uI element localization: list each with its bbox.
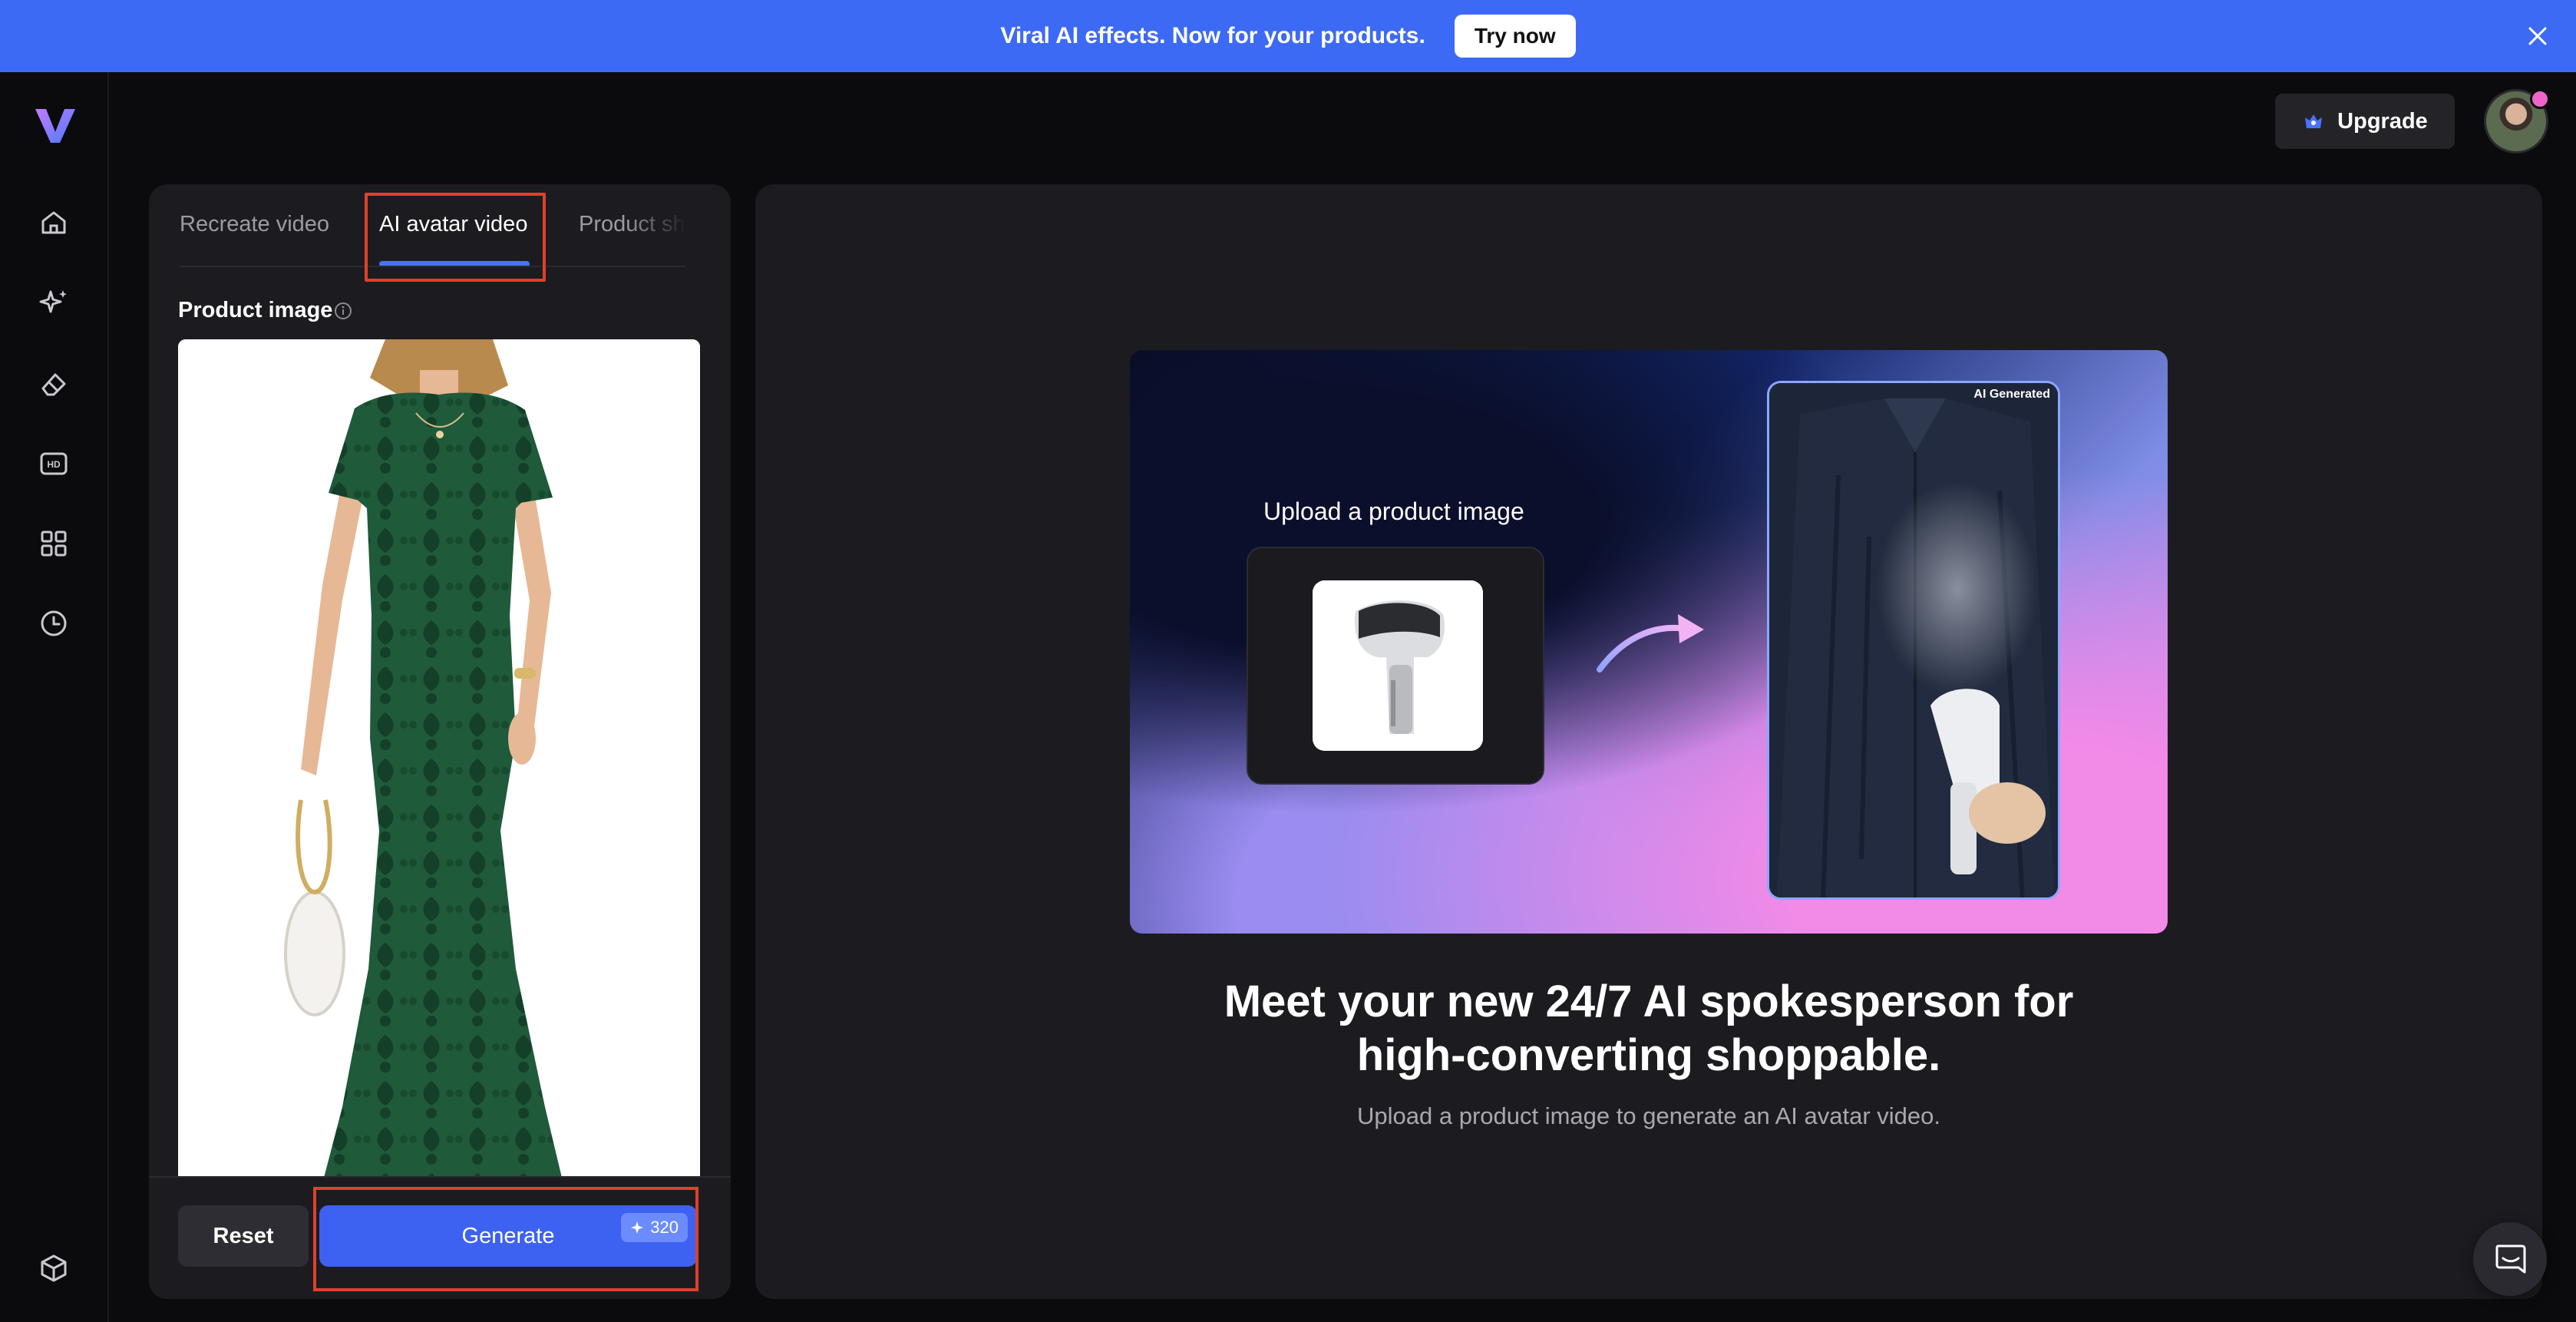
box-icon[interactable]	[35, 1250, 72, 1287]
promo-banner: Viral AI effects. Now for your products.…	[0, 0, 2576, 72]
highlight-generate-box	[313, 1187, 698, 1291]
home-icon[interactable]	[35, 204, 72, 241]
try-now-button[interactable]: Try now	[1454, 15, 1576, 58]
notification-badge	[2530, 89, 2550, 109]
ai-generated-badge: AI Generated	[1973, 388, 2050, 401]
close-icon[interactable]	[2522, 21, 2553, 51]
reset-button[interactable]: Reset	[178, 1205, 309, 1267]
magic-sparkle-icon[interactable]	[35, 284, 72, 321]
green-dress-image	[178, 339, 700, 1178]
info-icon[interactable]	[333, 301, 353, 321]
chat-icon	[2495, 1244, 2526, 1274]
headline-line-2: high-converting shoppable.	[1356, 1030, 1941, 1080]
banner-text: Viral AI effects. Now for your products.	[1000, 23, 1425, 48]
tab-fade	[625, 184, 686, 261]
arrow-icon	[1597, 614, 1704, 673]
steamer-image	[1313, 580, 1483, 751]
crown-icon	[2305, 114, 2323, 128]
upload-title: Upload a product image	[1263, 497, 1524, 525]
tab-recreate-video[interactable]: Recreate video	[180, 212, 329, 237]
upload-example-card	[1247, 547, 1544, 785]
hero-illustration: Upload a product image AI Generated	[1130, 350, 2168, 934]
upgrade-label: Upgrade	[2337, 108, 2428, 134]
preview-panel: Upload a product image AI Generated Meet…	[755, 184, 2542, 1299]
ai-generated-video-preview: AI Generated	[1767, 381, 2060, 900]
upgrade-button[interactable]: Upgrade	[2275, 94, 2455, 149]
product-image-label: Product image	[178, 298, 333, 322]
page-subtitle: Upload a product image to generate an AI…	[1357, 1102, 1940, 1129]
logo-icon	[35, 109, 75, 143]
apps-grid-icon[interactable]	[35, 525, 72, 562]
shirt-steaming-image	[1769, 383, 2058, 897]
hd-icon[interactable]: HD	[35, 445, 72, 482]
highlight-tab-box	[365, 193, 546, 282]
eraser-icon[interactable]	[35, 365, 72, 402]
generator-panel: Recreate video AI avatar video Product s…	[149, 184, 731, 1299]
chat-support-button[interactable]	[2473, 1222, 2547, 1296]
app-logo[interactable]	[29, 98, 81, 150]
headline-line-1: Meet your new 24/7 AI spokesperson for	[1224, 977, 2074, 1026]
sidebar: HD	[0, 72, 109, 1322]
svg-text:HD: HD	[47, 459, 61, 470]
history-clock-icon[interactable]	[35, 605, 72, 642]
product-image-preview[interactable]	[178, 339, 700, 1178]
steamer-thumbnail	[1313, 580, 1483, 751]
page-headline: Meet your new 24/7 AI spokesperson for h…	[755, 975, 2542, 1082]
